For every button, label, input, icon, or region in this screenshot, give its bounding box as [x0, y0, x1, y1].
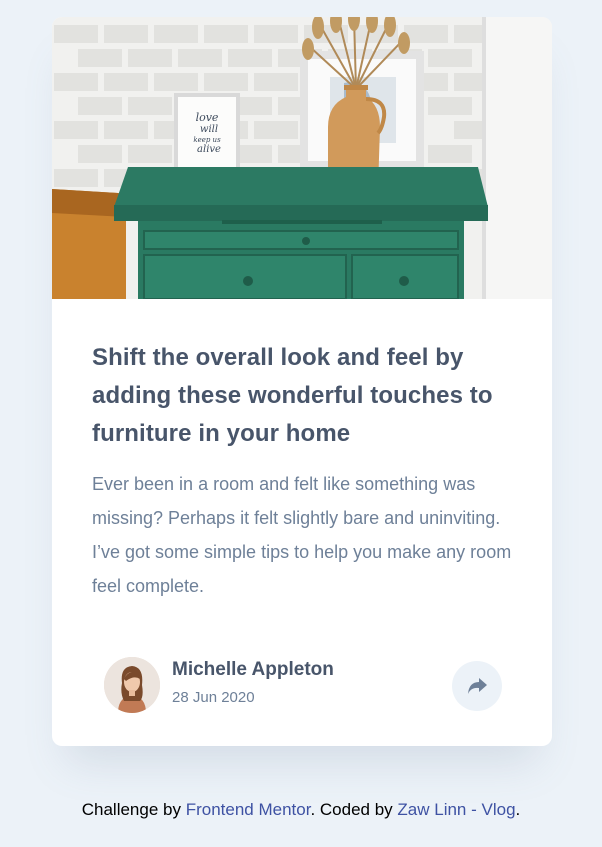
frontend-mentor-link[interactable]: Frontend Mentor [186, 800, 311, 819]
author-row: Michelle Appleton 28 Jun 2020 [104, 657, 504, 715]
share-icon [468, 678, 487, 694]
attribution: Challenge by Frontend Mentor. Coded by Z… [81, 800, 521, 819]
article-body: Shift the overall look and feel by addin… [92, 339, 512, 603]
svg-text:will: will [200, 124, 218, 135]
svg-text:keep us: keep us [193, 136, 221, 144]
article-card: love will keep us alive Shift the overal… [52, 17, 552, 746]
avatar [104, 657, 160, 713]
svg-text:love: love [196, 111, 219, 124]
article-description: Ever been in a room and felt like someth… [92, 474, 512, 596]
share-button[interactable] [452, 661, 502, 711]
article-title: Shift the overall look and feel by addin… [92, 344, 493, 447]
post-date: 28 Jun 2020 [172, 689, 255, 706]
svg-text:alive: alive [197, 144, 221, 155]
drawers-photo: love will keep us alive [52, 17, 552, 299]
author-link[interactable]: Zaw Linn - Vlog [397, 800, 515, 819]
author-name: Michelle Appleton [172, 659, 334, 680]
avatar-michelle-icon [104, 657, 160, 713]
